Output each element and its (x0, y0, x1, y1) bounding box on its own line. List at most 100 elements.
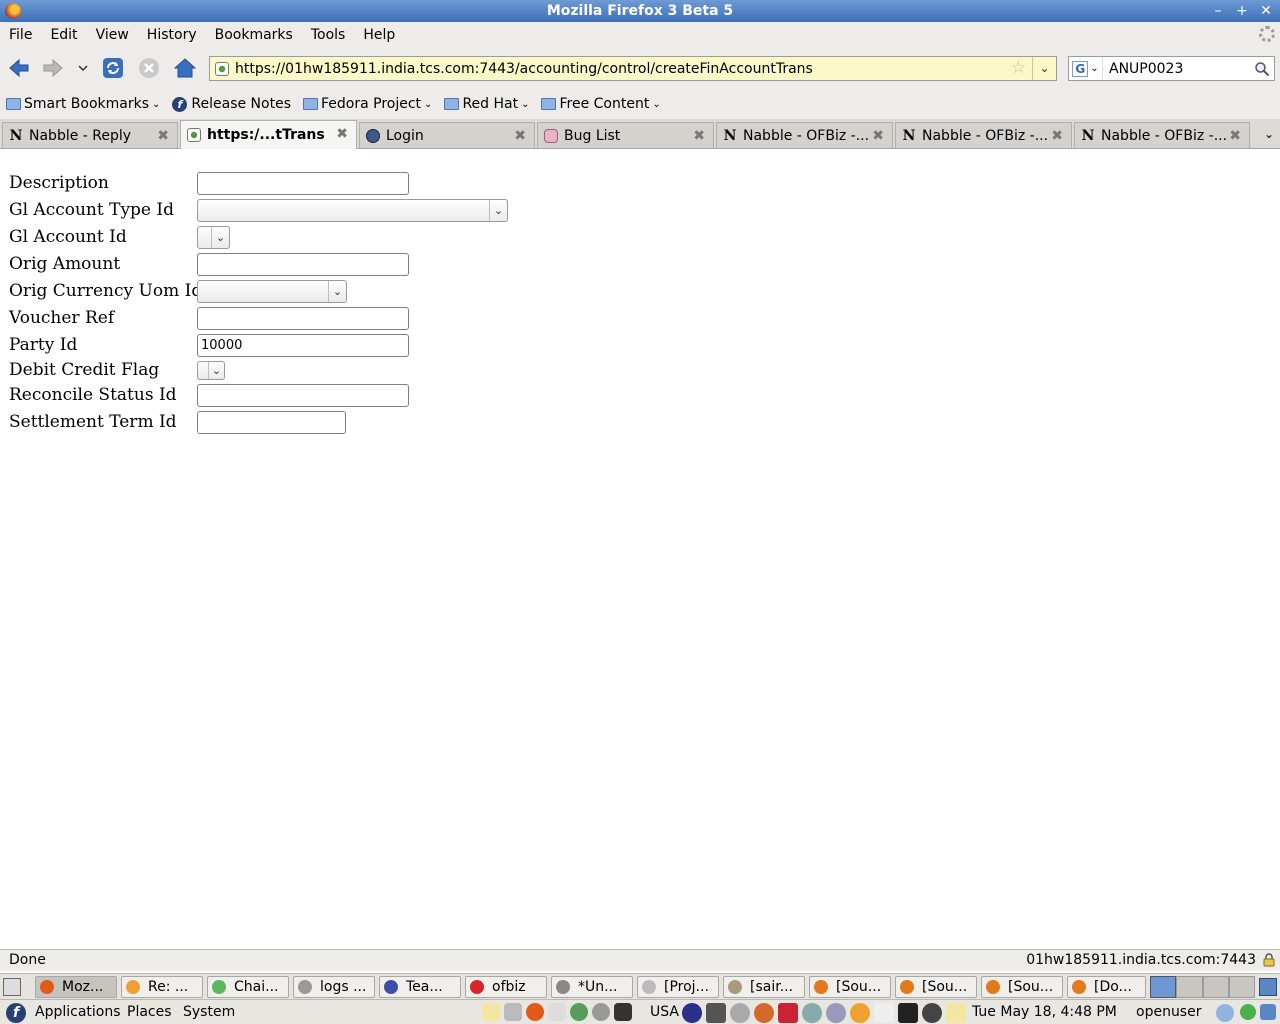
task-proj[interactable]: [Proj... (637, 976, 719, 998)
close-tab-icon[interactable]: ✖ (514, 128, 526, 144)
task-ofbiz[interactable]: ofbiz (465, 976, 547, 998)
menu-tools[interactable]: Tools (311, 27, 346, 43)
history-dropdown-button[interactable] (72, 55, 94, 81)
bookmark-red-hat[interactable]: Red Hat ⌄ (444, 96, 529, 112)
eclipse-icon[interactable] (682, 1003, 702, 1023)
gl-account-type-id-select[interactable]: ⌄ (197, 199, 508, 222)
maximize-button[interactable]: + (1232, 2, 1252, 20)
bookmark-star-icon[interactable]: ☆ (1011, 58, 1026, 78)
orig-currency-uom-id-select[interactable]: ⌄ (197, 280, 347, 303)
menu-file[interactable]: File (9, 27, 32, 43)
java-icon[interactable] (874, 1003, 894, 1023)
office-icon[interactable] (850, 1003, 870, 1023)
search-tool-icon[interactable] (1216, 1004, 1234, 1022)
mail-launcher-icon[interactable] (548, 1003, 566, 1021)
tab-nabble-reply[interactable]: N Nabble - Reply ✖ (2, 122, 178, 148)
close-tab-icon[interactable]: ✖ (1051, 128, 1063, 144)
panel-menu-applications[interactable]: Applications (35, 1004, 121, 1020)
task-sair[interactable]: [sair... (723, 976, 805, 998)
bookmark-smart-bookmarks[interactable]: Smart Bookmarks ⌄ (6, 96, 160, 112)
url-bar[interactable]: https://01hw185911.india.tcs.com:7443/ac… (209, 56, 1057, 81)
workspace-4[interactable] (1228, 976, 1255, 998)
panel-menu-places[interactable]: Places (127, 1004, 172, 1020)
search-engine-selector[interactable]: G ⌄ (1069, 57, 1103, 80)
task-sou-1[interactable]: [Sou... (809, 976, 891, 998)
party-id-input[interactable] (197, 334, 409, 357)
network-icon[interactable] (570, 1003, 588, 1021)
note-launcher-icon[interactable] (946, 1003, 966, 1023)
search-bar[interactable]: G ⌄ ANUP0023 (1068, 56, 1275, 81)
show-desktop-icon[interactable] (3, 978, 21, 996)
task-do[interactable]: [Do... (1067, 976, 1146, 998)
debit-credit-flag-select[interactable]: ⌄ (197, 361, 225, 380)
workspace-3[interactable] (1202, 976, 1229, 998)
close-tab-icon[interactable]: ✖ (336, 126, 348, 142)
close-tab-icon[interactable]: ✖ (157, 128, 169, 144)
workspace-1[interactable] (1150, 976, 1177, 998)
wireshark-icon[interactable] (922, 1003, 942, 1023)
menu-bookmarks[interactable]: Bookmarks (215, 27, 293, 43)
tab-bug-list[interactable]: Bug List ✖ (537, 122, 714, 148)
fedora-logo-icon[interactable]: f (6, 1003, 26, 1023)
tab-create-fin-account-trans[interactable]: https:/...tTrans ✖ (180, 120, 357, 149)
network-status-icon[interactable] (1260, 1004, 1276, 1020)
lock-screen-icon[interactable] (614, 1003, 632, 1021)
settlement-term-id-input[interactable] (197, 411, 346, 434)
gimp-icon[interactable] (706, 1003, 726, 1023)
editor-launcher-icon[interactable] (778, 1003, 798, 1023)
close-tab-icon[interactable]: ✖ (872, 128, 884, 144)
task-tea[interactable]: Tea... (379, 976, 461, 998)
menu-help[interactable]: Help (363, 27, 395, 43)
panel-clock[interactable]: Tue May 18, 4:48 PM (972, 1004, 1117, 1020)
menu-view[interactable]: View (96, 27, 129, 43)
voucher-ref-input[interactable] (197, 307, 409, 330)
minimize-button[interactable]: – (1208, 2, 1228, 20)
tab-nabble-ofbiz-2[interactable]: N Nabble - OFBiz -... ✖ (895, 122, 1072, 148)
task-re[interactable]: Re: ... (121, 976, 203, 998)
tab-login[interactable]: Login ✖ (359, 122, 535, 148)
close-window-button[interactable]: ✕ (1256, 2, 1276, 20)
firefox-launcher-icon[interactable] (526, 1003, 544, 1021)
settings-icon[interactable] (730, 1003, 750, 1023)
forward-button[interactable] (40, 55, 66, 81)
back-button[interactable] (6, 55, 32, 81)
close-tab-icon[interactable]: ✖ (693, 128, 705, 144)
stop-button[interactable] (136, 55, 162, 81)
menu-history[interactable]: History (147, 27, 197, 43)
snail-icon[interactable] (754, 1003, 774, 1023)
task-untitled[interactable]: *Un... (551, 976, 633, 998)
url-text[interactable]: https://01hw185911.india.tcs.com:7443/ac… (235, 61, 813, 77)
tab-nabble-ofbiz-3[interactable]: N Nabble - OFBiz -... ✖ (1074, 122, 1250, 148)
bookmark-free-content[interactable]: Free Content ⌄ (541, 96, 661, 112)
lock-icon[interactable] (1263, 953, 1275, 967)
site-identity-icon[interactable] (215, 61, 229, 76)
search-icon[interactable] (1254, 61, 1270, 77)
trash-icon[interactable] (1259, 978, 1277, 996)
all-tabs-dropdown-icon[interactable]: ⌄ (1264, 127, 1274, 141)
panel-user[interactable]: openuser (1136, 1004, 1201, 1020)
description-input[interactable] (197, 172, 409, 195)
task-logs[interactable]: logs ... (293, 976, 375, 998)
url-history-dropdown[interactable]: ⌄ (1032, 57, 1056, 80)
workspace-switcher[interactable] (1150, 976, 1255, 998)
bookmark-fedora-project[interactable]: Fedora Project ⌄ (303, 96, 432, 112)
volume-icon[interactable] (504, 1003, 522, 1021)
gl-account-id-select[interactable]: ⌄ (197, 226, 230, 249)
network-tool-icon[interactable] (802, 1003, 822, 1023)
close-tab-icon[interactable]: ✖ (1229, 128, 1241, 144)
power-icon[interactable] (592, 1003, 610, 1021)
task-firefox[interactable]: Moz... (35, 976, 117, 998)
reload-button[interactable] (100, 55, 126, 81)
task-sou-2[interactable]: [Sou... (895, 976, 977, 998)
orig-amount-input[interactable] (197, 253, 409, 276)
home-button[interactable] (172, 55, 198, 81)
tab-nabble-ofbiz-1[interactable]: N Nabble - OFBiz -... ✖ (716, 122, 893, 148)
search-input[interactable]: ANUP0023 (1109, 61, 1183, 77)
terminal-icon[interactable] (898, 1003, 918, 1023)
keyboard-layout-indicator[interactable]: USA (650, 1004, 679, 1020)
bookmark-release-notes[interactable]: f Release Notes (172, 96, 291, 112)
panel-menu-system[interactable]: System (183, 1004, 235, 1020)
task-sou-3[interactable]: [Sou... (981, 976, 1063, 998)
globe-icon[interactable] (826, 1003, 846, 1023)
notes-icon[interactable] (482, 1003, 500, 1021)
